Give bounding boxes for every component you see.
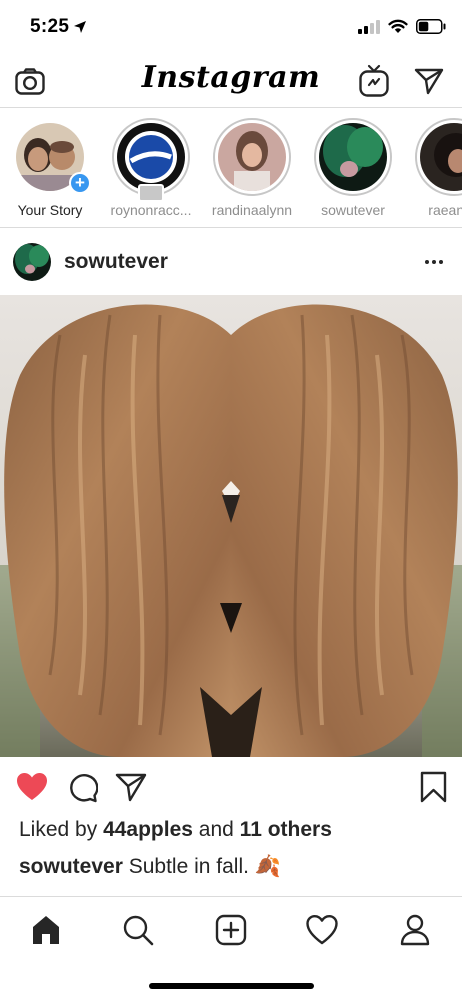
status-bar: 5:25	[0, 0, 462, 56]
instagram-logo: Instagram	[141, 60, 321, 95]
story-username: Your Story	[17, 202, 83, 218]
likes-prefix: Liked by	[19, 818, 104, 841]
add-story-icon[interactable]: +	[69, 172, 91, 194]
more-options-icon[interactable]	[422, 251, 446, 273]
wifi-icon	[388, 19, 408, 33]
story-ring	[112, 118, 190, 202]
video-icon	[138, 184, 164, 202]
avatar	[218, 123, 286, 191]
post-header: sowutever	[0, 229, 462, 295]
avatar	[420, 123, 462, 191]
igtv-icon[interactable]	[358, 64, 390, 98]
caption-username[interactable]: sowutever	[19, 855, 123, 878]
avatar	[117, 123, 185, 191]
battery-level	[418, 21, 429, 32]
location-arrow-icon	[74, 21, 86, 33]
avatar[interactable]	[13, 243, 51, 281]
post-caption: sowutever Subtle in fall. 🍂	[19, 855, 281, 879]
search-icon[interactable]	[122, 914, 154, 946]
paper-plane-icon[interactable]	[414, 66, 444, 96]
bookmark-icon[interactable]	[418, 771, 450, 803]
post-image[interactable]	[0, 295, 462, 757]
story-ring	[314, 118, 392, 196]
story-item[interactable]: sowutever	[305, 118, 401, 218]
story-item[interactable]: randinaalynn	[204, 118, 300, 218]
story-ring	[213, 118, 291, 196]
share-icon[interactable]	[115, 771, 147, 803]
story-item-own[interactable]: + Your Story	[2, 118, 98, 218]
avatar	[319, 123, 387, 191]
home-indicator[interactable]	[149, 983, 314, 989]
stories-tray: + Your Story roynonracc... randinaalynn …	[0, 108, 462, 228]
post-actions	[0, 757, 462, 817]
story-username: sowutever	[321, 202, 385, 218]
status-indicators	[358, 19, 446, 34]
story-username: randinaalynn	[211, 202, 293, 218]
story-ring: +	[11, 118, 91, 196]
likes-text: Liked by 44apples and 11 others	[19, 818, 332, 842]
story-username: roynonracc...	[110, 202, 192, 218]
caption-text: Subtle in fall. 🍂	[122, 855, 281, 878]
likes-others[interactable]: 11 others	[240, 818, 332, 841]
story-ring	[415, 118, 462, 196]
status-time: 5:25	[30, 16, 70, 37]
liked-by-user[interactable]: 44apples	[103, 818, 193, 841]
activity-heart-icon[interactable]	[306, 914, 338, 946]
app-header: Instagram	[0, 56, 462, 108]
post-username[interactable]: sowutever	[64, 250, 168, 274]
like-heart-icon[interactable]	[16, 771, 48, 803]
comment-icon[interactable]	[66, 771, 98, 803]
battery-icon	[416, 19, 446, 34]
new-post-icon[interactable]	[215, 914, 247, 946]
profile-icon[interactable]	[399, 914, 431, 946]
home-icon[interactable]	[30, 914, 62, 946]
story-username: raeann_	[428, 202, 462, 218]
cellular-signal-icon	[358, 19, 380, 34]
story-item[interactable]: roynonracc...	[103, 118, 199, 218]
likes-middle: and	[192, 818, 240, 841]
story-item[interactable]: raeann_	[406, 118, 462, 218]
bottom-nav	[0, 896, 462, 1000]
post-photo	[0, 295, 462, 757]
